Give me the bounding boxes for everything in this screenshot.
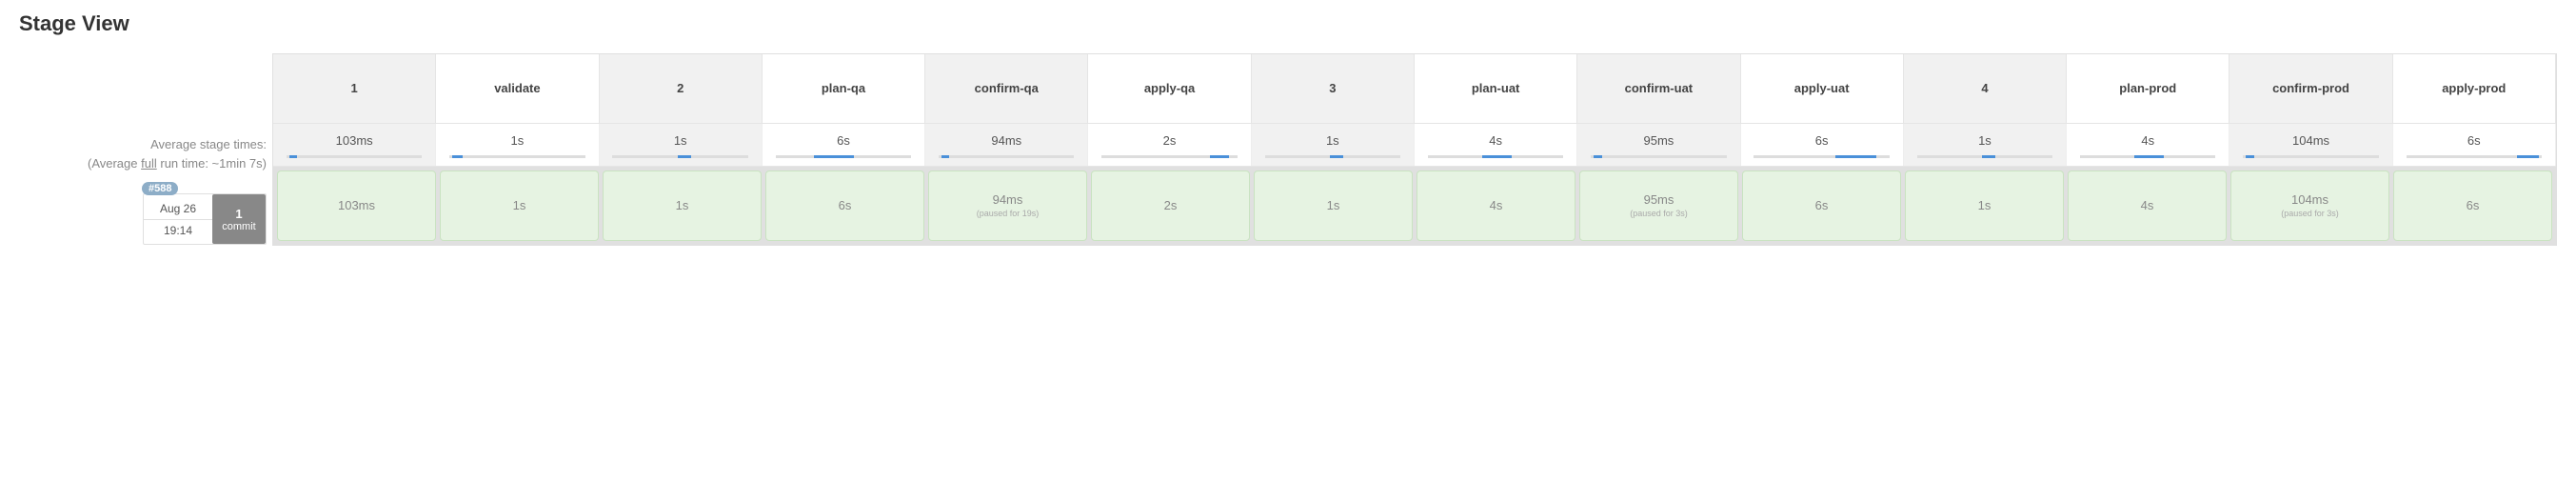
stage-result-2[interactable]: 1s <box>603 171 762 241</box>
stage-average-4: 1s <box>1904 124 2067 166</box>
run-commit-badge[interactable]: 1 commit <box>212 194 266 244</box>
stage-result-apply-qa[interactable]: 2s <box>1091 171 1250 241</box>
sparkline-validate <box>449 155 585 158</box>
run-time: 19:14 <box>156 220 200 241</box>
full-label-underlined: full <box>141 156 157 171</box>
stage-header-confirm-uat[interactable]: confirm-uat <box>1577 54 1740 123</box>
sparkline-plan-qa <box>776 155 911 158</box>
stage-result-apply-uat[interactable]: 6s <box>1742 171 1901 241</box>
sparkline-plan-prod <box>2080 155 2215 158</box>
sparkline-apply-prod <box>2407 155 2542 158</box>
sparkline-apply-qa <box>1101 155 1237 158</box>
stage-header-4[interactable]: 4 <box>1904 54 2067 123</box>
sparkline-confirm-uat <box>1591 155 1726 158</box>
run-card[interactable]: #588 Aug 26 19:14 1 commit <box>143 193 267 245</box>
stage-average-confirm-qa: 94ms <box>925 124 1088 166</box>
stage-average-validate: 1s <box>436 124 599 166</box>
stage-result-3[interactable]: 1s <box>1254 171 1413 241</box>
stage-result-confirm-uat[interactable]: 95ms(paused for 3s) <box>1579 171 1738 241</box>
stage-result-validate[interactable]: 1s <box>440 171 599 241</box>
stage-average-apply-prod: 6s <box>2393 124 2556 166</box>
stage-header-apply-prod[interactable]: apply-prod <box>2393 54 2556 123</box>
stage-result-apply-prod[interactable]: 6s <box>2393 171 2552 241</box>
stage-average-plan-qa: 6s <box>763 124 925 166</box>
stage-paused-note: (paused for 19s) <box>933 209 1082 218</box>
stage-average-apply-qa: 2s <box>1088 124 1251 166</box>
sparkline-apply-uat <box>1754 155 1889 158</box>
sparkline-3 <box>1265 155 1400 158</box>
left-column: Average stage times: (Average full run t… <box>19 53 267 245</box>
stage-result-1[interactable]: 103ms <box>277 171 436 241</box>
stage-average-plan-prod: 4s <box>2067 124 2229 166</box>
stage-average-3: 1s <box>1252 124 1415 166</box>
stage-header-row: 1validate2plan-qaconfirm-qaapply-qa3plan… <box>273 54 2556 124</box>
stage-header-confirm-prod[interactable]: confirm-prod <box>2229 54 2392 123</box>
stage-header-apply-qa[interactable]: apply-qa <box>1088 54 1251 123</box>
stage-header-validate[interactable]: validate <box>436 54 599 123</box>
run-date: Aug 26 <box>144 198 212 220</box>
stage-average-plan-uat: 4s <box>1415 124 1577 166</box>
stage-result-confirm-qa[interactable]: 94ms(paused for 19s) <box>928 171 1087 241</box>
stage-average-confirm-prod: 104ms <box>2229 124 2392 166</box>
stage-view-container: Average stage times: (Average full run t… <box>19 53 2557 246</box>
stage-result-plan-uat[interactable]: 4s <box>1417 171 1575 241</box>
sparkline-confirm-prod <box>2243 155 2378 158</box>
stage-run-row: 103ms1s1s6s94ms(paused for 19s)2s1s4s95m… <box>273 167 2556 245</box>
full-label-suffix: run time: ~1min 7s) <box>157 156 267 171</box>
stage-header-2[interactable]: 2 <box>600 54 763 123</box>
stage-paused-note: (paused for 3s) <box>2235 209 2385 218</box>
stage-average-2: 1s <box>600 124 763 166</box>
run-number-badge[interactable]: #588 <box>142 182 178 195</box>
stage-paused-note: (paused for 3s) <box>1584 209 1734 218</box>
full-label-prefix: (Average <box>88 156 141 171</box>
run-datetime: Aug 26 19:14 <box>144 194 212 244</box>
sparkline-confirm-qa <box>939 155 1074 158</box>
stage-average-apply-uat: 6s <box>1741 124 1904 166</box>
stage-header-confirm-qa[interactable]: confirm-qa <box>925 54 1088 123</box>
stage-grid: 1validate2plan-qaconfirm-qaapply-qa3plan… <box>272 53 2557 246</box>
average-full-runtime-label: (Average full run time: ~1min 7s) <box>19 154 267 173</box>
stage-average-confirm-uat: 95ms <box>1577 124 1740 166</box>
sparkline-2 <box>612 155 747 158</box>
sparkline-4 <box>1917 155 2052 158</box>
run-commit-label: commit <box>212 221 266 232</box>
stage-result-plan-prod[interactable]: 4s <box>2068 171 2227 241</box>
stage-header-3[interactable]: 3 <box>1252 54 1415 123</box>
stage-header-plan-qa[interactable]: plan-qa <box>763 54 925 123</box>
stage-header-apply-uat[interactable]: apply-uat <box>1741 54 1904 123</box>
run-commit-count: 1 <box>212 207 266 221</box>
stage-result-plan-qa[interactable]: 6s <box>765 171 924 241</box>
stage-result-4[interactable]: 1s <box>1905 171 2064 241</box>
sparkline-plan-uat <box>1428 155 1563 158</box>
stage-header-plan-uat[interactable]: plan-uat <box>1415 54 1577 123</box>
stage-result-confirm-prod[interactable]: 104ms(paused for 3s) <box>2230 171 2389 241</box>
stage-average-row: 103ms1s1s6s94ms2s1s4s95ms6s1s4s104ms6s <box>273 124 2556 167</box>
stage-average-1: 103ms <box>273 124 436 166</box>
sparkline-1 <box>287 155 422 158</box>
average-stage-times-label: Average stage times: <box>19 135 267 154</box>
stage-header-1[interactable]: 1 <box>273 54 436 123</box>
page-title: Stage View <box>19 11 2557 36</box>
stage-header-plan-prod[interactable]: plan-prod <box>2067 54 2229 123</box>
